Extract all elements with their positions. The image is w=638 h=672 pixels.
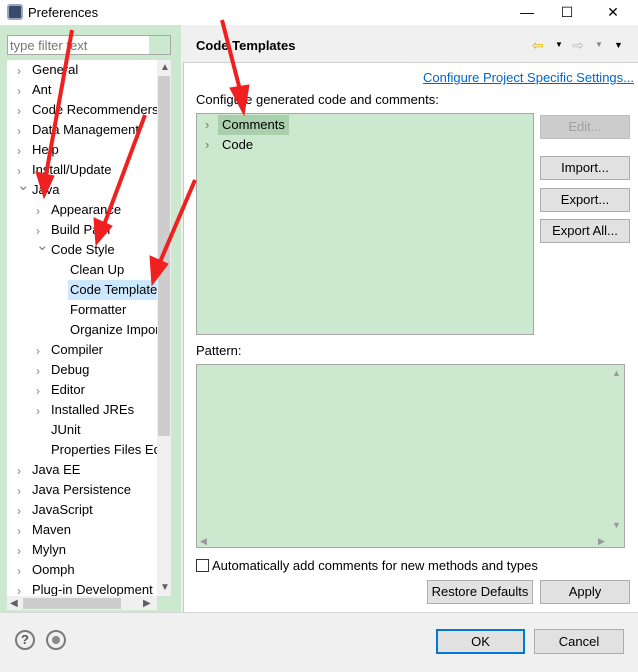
export-all-button[interactable]: Export All... xyxy=(540,219,630,243)
scroll-up-icon[interactable]: ▲ xyxy=(160,62,170,73)
tree-item[interactable]: Debug xyxy=(49,360,91,380)
help-icon[interactable]: ? xyxy=(15,630,35,650)
chevron-right-icon[interactable]: › xyxy=(205,137,209,152)
tree-item[interactable]: Compiler xyxy=(49,340,105,360)
chevron-right-icon[interactable]: › xyxy=(17,581,27,596)
filter-input[interactable] xyxy=(7,35,171,55)
tree-vertical-scroll-thumb[interactable] xyxy=(158,76,170,436)
forward-dropdown-icon[interactable]: ▼ xyxy=(595,40,603,49)
chevron-right-icon[interactable]: › xyxy=(17,561,27,581)
preferences-tree: › General › Ant › Code Recommenders › Data Mana… xyxy=(7,60,157,596)
tree-item[interactable]: Data Management xyxy=(30,120,141,140)
chevron-right-icon[interactable]: › xyxy=(205,117,209,132)
template-comments[interactable]: Comments xyxy=(218,115,289,135)
auto-comments-label[interactable]: Automatically add comments for new metho… xyxy=(212,558,538,573)
tree-item[interactable]: Organize Imports xyxy=(68,320,157,340)
pattern-editor[interactable] xyxy=(196,364,625,548)
pattern-scroll-left-icon[interactable]: ◀ xyxy=(200,536,207,547)
tree-item[interactable]: Java EE xyxy=(30,460,82,480)
chevron-right-icon[interactable]: › xyxy=(17,121,27,141)
chevron-right-icon[interactable]: › xyxy=(17,461,27,481)
scroll-right-icon[interactable]: ▶ xyxy=(143,598,151,609)
filter-clear-area xyxy=(149,36,170,54)
scroll-down-icon[interactable]: ▼ xyxy=(160,582,170,593)
chevron-right-icon[interactable]: › xyxy=(36,201,46,221)
maximize-button[interactable]: ☐ xyxy=(552,2,582,22)
close-button[interactable]: ✕ xyxy=(598,2,628,22)
tree-item[interactable]: Install/Update xyxy=(30,160,114,180)
tree-item[interactable]: Code Style xyxy=(49,240,117,260)
tree-item[interactable]: Plug-in Development xyxy=(30,580,155,596)
restore-defaults-button[interactable]: Restore Defaults xyxy=(427,580,533,604)
forward-arrow-icon[interactable]: ⇨ xyxy=(572,37,584,54)
tree-item[interactable]: Appearance xyxy=(49,200,123,220)
pattern-scroll-right-icon[interactable]: ▶ xyxy=(598,536,605,547)
tree-item[interactable]: Oomph xyxy=(30,560,77,580)
pattern-scroll-up-icon[interactable]: ▲ xyxy=(612,368,621,378)
ok-button[interactable]: OK xyxy=(436,629,525,654)
eclipse-app-icon xyxy=(7,4,23,20)
tree-item[interactable]: Code Templates xyxy=(68,280,157,300)
view-menu-icon[interactable]: ▼ xyxy=(614,40,623,50)
chevron-right-icon[interactable]: › xyxy=(36,401,46,421)
import-export-icon[interactable] xyxy=(46,630,66,650)
back-arrow-icon[interactable]: ⇦ xyxy=(532,37,544,54)
tree-horizontal-scroll-thumb[interactable] xyxy=(23,598,121,609)
tree-item[interactable]: Build Path xyxy=(49,220,112,240)
pattern-scroll-down-icon[interactable]: ▼ xyxy=(612,520,621,530)
edit-button[interactable]: Edit... xyxy=(540,115,630,139)
tree-item[interactable]: Ant xyxy=(30,80,54,100)
tree-item[interactable]: Installed JREs xyxy=(49,400,136,420)
tree-item[interactable]: Editor xyxy=(49,380,87,400)
tree-item[interactable]: Mylyn xyxy=(30,540,68,560)
chevron-down-icon[interactable]: ⌄ xyxy=(17,176,30,196)
tree-item[interactable]: Help xyxy=(30,140,61,160)
configure-label: Configure generated code and comments: xyxy=(196,92,439,107)
chevron-right-icon[interactable]: › xyxy=(17,81,27,101)
chevron-right-icon[interactable]: › xyxy=(36,341,46,361)
chevron-right-icon[interactable]: › xyxy=(17,481,27,501)
tree-item[interactable]: JavaScript xyxy=(30,500,95,520)
template-code[interactable]: Code xyxy=(222,137,253,152)
chevron-right-icon[interactable]: › xyxy=(17,101,27,121)
import-button[interactable]: Import... xyxy=(540,156,630,180)
chevron-right-icon[interactable]: › xyxy=(17,501,27,521)
export-button[interactable]: Export... xyxy=(540,188,630,212)
scroll-left-icon[interactable]: ◀ xyxy=(10,598,18,609)
minimize-button[interactable]: — xyxy=(512,2,542,22)
apply-button[interactable]: Apply xyxy=(540,580,630,604)
tree-item[interactable]: General xyxy=(30,60,80,80)
page-title: Code Templates xyxy=(196,38,296,53)
window-title: Preferences xyxy=(28,5,99,20)
auto-comments-checkbox[interactable] xyxy=(196,559,209,572)
chevron-right-icon[interactable]: › xyxy=(17,521,27,541)
tree-item[interactable]: Properties Files Editor xyxy=(49,440,157,460)
tree-item[interactable]: Clean Up xyxy=(68,260,126,280)
cancel-button[interactable]: Cancel xyxy=(534,629,624,654)
configure-project-link[interactable]: Configure Project Specific Settings... xyxy=(423,70,634,85)
chevron-right-icon[interactable]: › xyxy=(17,141,27,161)
pattern-label: Pattern: xyxy=(196,343,242,358)
chevron-right-icon[interactable]: › xyxy=(36,361,46,381)
chevron-right-icon[interactable]: › xyxy=(17,541,27,561)
tree-item[interactable]: Maven xyxy=(30,520,73,540)
chevron-right-icon[interactable]: › xyxy=(36,381,46,401)
chevron-down-icon[interactable]: ⌄ xyxy=(36,236,49,256)
tree-item[interactable]: Formatter xyxy=(68,300,128,320)
tree-item[interactable]: JUnit xyxy=(49,420,83,440)
tree-item[interactable]: Code Recommenders xyxy=(30,100,157,120)
tree-item[interactable]: Java Persistence xyxy=(30,480,133,500)
tree-item[interactable]: Java xyxy=(30,180,61,200)
back-dropdown-icon[interactable]: ▼ xyxy=(555,40,563,49)
chevron-right-icon[interactable]: › xyxy=(17,61,27,81)
